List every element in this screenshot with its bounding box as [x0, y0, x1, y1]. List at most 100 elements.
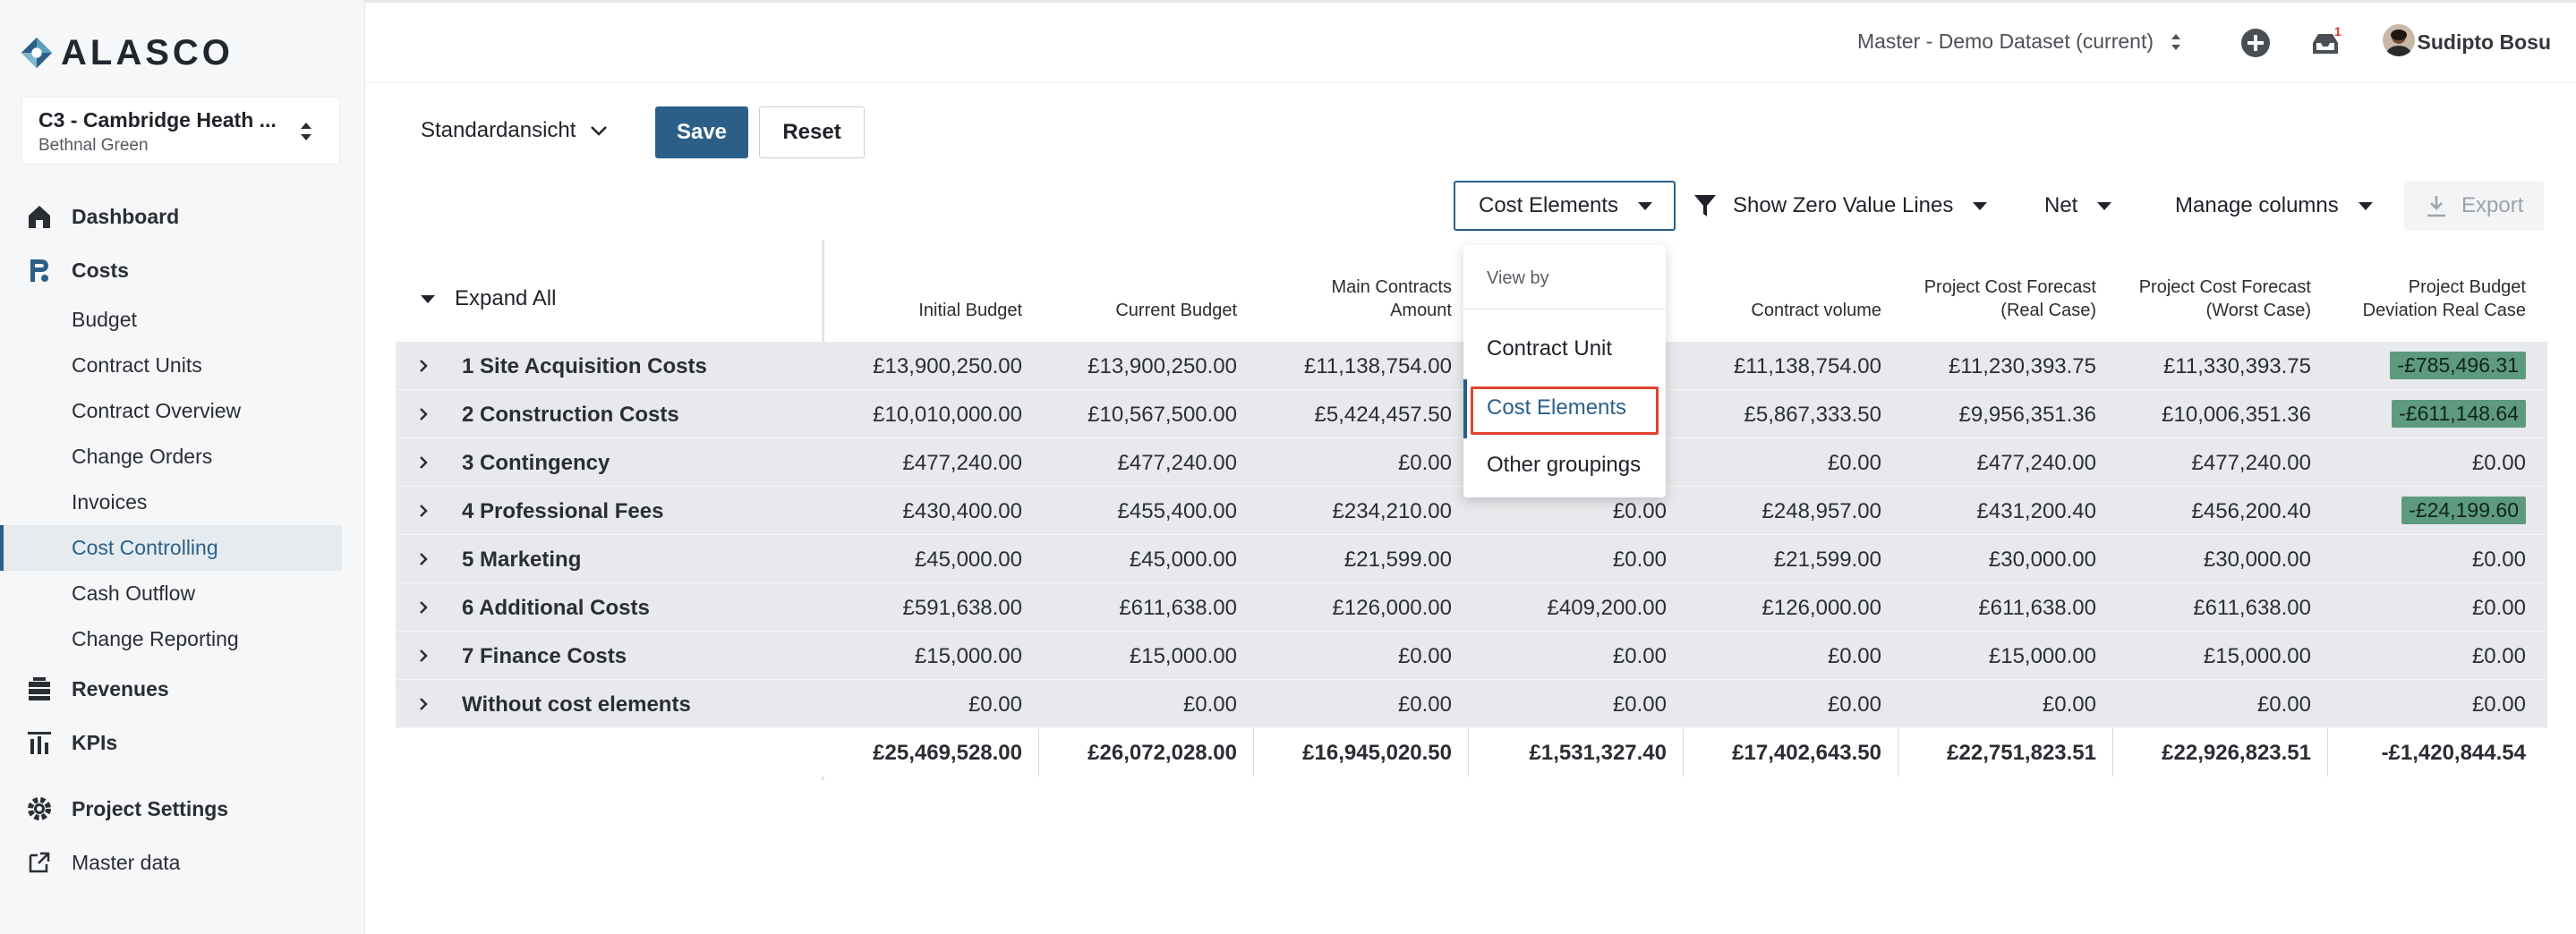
table-cell: £611,638.00 — [2193, 596, 2311, 620]
nav-costs-label: Costs — [72, 258, 129, 282]
column-separator — [2112, 728, 2113, 777]
alasco-logo[interactable]: ALASCO — [20, 30, 234, 75]
table-cell: £0.00 — [1397, 451, 1452, 475]
chevron-right-icon[interactable] — [417, 503, 430, 519]
nav-project-settings[interactable]: Project Settings — [0, 782, 365, 836]
caret-down-icon — [1973, 201, 1988, 210]
table-cell: £477,240.00 — [2191, 451, 2311, 475]
table-cell: £0.00 — [968, 692, 1022, 717]
total-cell: £1,531,327.40 — [1529, 741, 1667, 765]
nav-revenues[interactable]: Revenues — [0, 662, 365, 716]
table-cell: £611,638.00 — [1978, 596, 2096, 620]
view-by-dropdown-menu: View by Contract Unit Cost Elements Othe… — [1463, 245, 1666, 497]
up-down-caret-icon — [301, 123, 311, 140]
user-name[interactable]: Sudipto Bosu — [2418, 30, 2551, 55]
add-circle-icon[interactable] — [2239, 27, 2272, 59]
nav-dashboard-label: Dashboard — [72, 204, 180, 228]
dataset-selector[interactable]: Master - Demo Dataset (current) — [1857, 30, 2182, 54]
nav-cost-controlling[interactable]: Cost Controlling — [0, 525, 342, 571]
save-button[interactable]: Save — [655, 106, 748, 158]
project-selector[interactable]: C3 - Cambridge Heath ... Bethnal Green — [21, 97, 340, 165]
nav-invoices[interactable]: Invoices — [0, 480, 365, 525]
column-header[interactable]: Project Budget Deviation Real Case — [2363, 276, 2526, 322]
caret-down-icon — [2358, 201, 2373, 210]
project-name: C3 - Cambridge Heath ... — [38, 108, 277, 132]
table-cell: £0.00 — [1397, 692, 1452, 717]
table-cell: £30,000.00 — [2203, 548, 2311, 572]
total-cell: -£1,420,844.54 — [2381, 741, 2526, 765]
column-header[interactable]: Project Cost Forecast (Worst Case) — [2139, 276, 2311, 322]
nav-master-data[interactable]: Master data — [0, 836, 365, 889]
option-contract-unit[interactable]: Contract Unit — [1487, 336, 1612, 361]
table-cell: £15,000.00 — [2203, 644, 2311, 668]
table-cell: £45,000.00 — [914, 548, 1022, 572]
chevron-right-icon[interactable] — [417, 358, 430, 374]
chevron-right-icon[interactable] — [417, 648, 430, 664]
nav-costs[interactable]: Costs — [0, 243, 365, 297]
table-cell: £0.00 — [2256, 692, 2311, 717]
nav-change-reporting[interactable]: Change Reporting — [0, 616, 365, 662]
avatar[interactable] — [2383, 24, 2415, 56]
view-selector[interactable]: Standardansicht — [421, 118, 608, 143]
chevron-right-icon[interactable] — [417, 551, 430, 567]
chevron-right-icon[interactable] — [417, 696, 430, 712]
option-other-groupings[interactable]: Other groupings — [1487, 453, 1641, 478]
column-header-line2: Contract volume — [1751, 301, 1881, 320]
table-cell: £10,567,500.00 — [1088, 403, 1237, 427]
table-cell: £0.00 — [1827, 644, 1881, 668]
group-by-dropdown[interactable]: Cost Elements — [1454, 181, 1676, 231]
export-button[interactable]: Export — [2404, 181, 2544, 231]
column-header[interactable]: Main Contracts Amount — [1332, 276, 1453, 322]
row-label: 7 Finance Costs — [462, 644, 627, 668]
net-gross-selector[interactable]: Net — [2044, 181, 2112, 231]
table-row[interactable]: 6 Additional Costs £591,638.00 £611,638.00… — [396, 583, 2547, 632]
nav-contract-overview[interactable]: Contract Overview — [0, 388, 365, 434]
column-separator — [1683, 728, 1684, 777]
revenues-icon — [29, 677, 50, 700]
table-cell: £0.00 — [1827, 692, 1881, 717]
external-link-icon — [29, 852, 50, 873]
chevron-right-icon[interactable] — [417, 454, 430, 471]
nav-budget[interactable]: Budget — [0, 297, 365, 343]
chevron-right-icon[interactable] — [417, 599, 430, 616]
zero-value-filter[interactable]: Show Zero Value Lines — [1693, 181, 1988, 231]
table-cell: £611,638.00 — [1119, 596, 1237, 620]
table-cell: £0.00 — [2042, 692, 2096, 717]
nav-invoices-label: Invoices — [72, 490, 148, 514]
table-cell: £477,240.00 — [1976, 451, 2096, 475]
table-row[interactable]: Without cost elements £0.00 £0.00 £0.00 £0.0… — [396, 680, 2547, 728]
download-icon — [2427, 196, 2445, 217]
expand-all-toggle[interactable]: Expand All — [421, 286, 556, 311]
alasco-logo-icon — [21, 37, 53, 69]
column-header[interactable]: Contract volume — [1751, 299, 1881, 322]
project-location: Bethnal Green — [38, 136, 149, 155]
column-separator — [2327, 728, 2328, 777]
home-icon — [29, 206, 50, 228]
logo-text: ALASCO — [61, 32, 234, 72]
nav-dashboard[interactable]: Dashboard — [0, 190, 365, 243]
column-header-line1: Project Budget — [2408, 277, 2526, 297]
nav-kpis[interactable]: KPIs — [0, 716, 365, 769]
column-header[interactable]: Current Budget — [1115, 299, 1237, 322]
column-header[interactable]: Initial Budget — [918, 299, 1022, 322]
table-row[interactable]: 7 Finance Costs £15,000.00 £15,000.00 £0.00… — [396, 632, 2547, 680]
table-cell: £0.00 — [2471, 596, 2526, 620]
row-label: 2 Construction Costs — [462, 403, 679, 427]
table-cell: £13,900,250.00 — [873, 354, 1022, 378]
row-label: 5 Marketing — [462, 548, 582, 572]
manage-columns-button[interactable]: Manage columns — [2175, 181, 2373, 231]
nav-change-orders[interactable]: Change Orders — [0, 434, 365, 480]
table-row[interactable]: 5 Marketing £45,000.00 £45,000.00 £21,599.0… — [396, 535, 2547, 583]
nav-contract-units[interactable]: Contract Units — [0, 343, 365, 388]
table-cell: £10,006,351.36 — [2162, 403, 2311, 427]
nav-master-data-label: Master data — [72, 850, 181, 874]
reset-button[interactable]: Reset — [759, 106, 865, 158]
nav-contract-units-label: Contract Units — [72, 353, 202, 377]
column-header[interactable]: Project Cost Forecast (Real Case) — [1924, 276, 2096, 322]
manage-columns-label: Manage columns — [2175, 193, 2339, 217]
table-cell: £15,000.00 — [914, 644, 1022, 668]
nav-cash-outflow[interactable]: Cash Outflow — [0, 571, 365, 616]
chevron-right-icon[interactable] — [417, 406, 430, 422]
column-header-line2: Amount — [1390, 301, 1452, 320]
table-cell: £21,599.00 — [1773, 548, 1881, 572]
